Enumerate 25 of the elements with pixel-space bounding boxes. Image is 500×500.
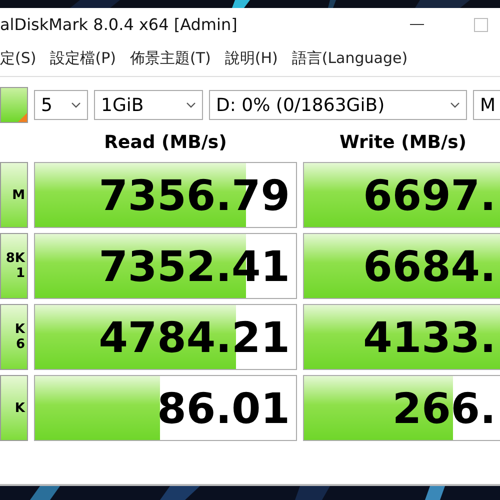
menu-item[interactable]: 說明(H) [224,48,278,68]
window-title: alDiskMark 8.0.4 x64 [Admin] [0,14,238,34]
test-button[interactable]: K [0,375,28,441]
menu-item[interactable]: 設定檔(P) [50,48,116,68]
maximize-icon[interactable] [474,18,488,32]
result-value: 6684. [363,242,497,290]
menu-item[interactable]: 定(S) [0,48,36,68]
column-header: Read (MB/s) [103,131,228,155]
result-value: 4133. [363,312,497,362]
drive-dropdown[interactable]: D: 0% (0/1863GiB) [209,90,467,120]
test-button[interactable]: K 6 [0,304,28,370]
caret-icon [71,102,81,108]
test-button[interactable]: M [0,162,28,228]
test-button[interactable]: 8K 1 [0,233,28,299]
unit-dropdown[interactable]: M [473,90,500,120]
all-button[interactable] [0,87,28,123]
count-dropdown[interactable]: 5 [34,90,88,120]
result-value: 6697. [363,170,497,220]
size-dropdown[interactable]: 1GiB [94,90,203,120]
caret-icon [186,102,196,108]
minimize-icon[interactable] [410,24,424,25]
caret-icon [450,102,460,108]
column-header: Write (MB/s) [338,131,468,155]
menu-item[interactable]: 語言(Language) [292,48,408,68]
menu-item[interactable]: 佈景主題(T) [130,48,211,68]
